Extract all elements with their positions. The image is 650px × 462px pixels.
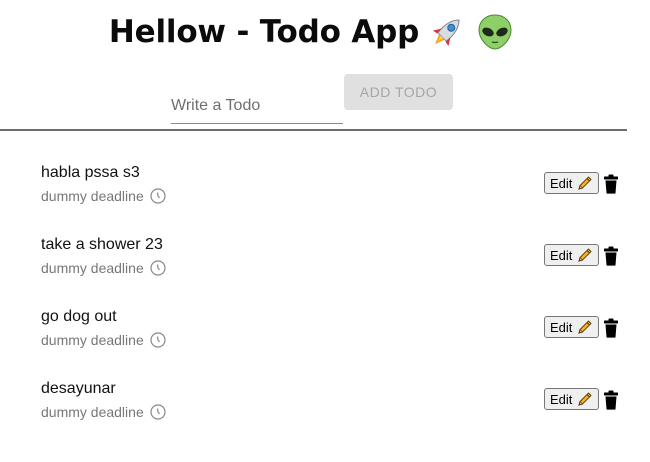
page-title: Hellow - Todo App [108,14,420,50]
header: Hellow - Todo App [0,12,624,52]
todo-text: take a shower 23 [41,236,163,253]
todo-deadline: dummy deadline [41,404,166,420]
todo-app: Hellow - Todo App Write a Todo ADD TODO … [0,0,650,462]
trash-icon[interactable] [603,174,619,194]
todo-deadline: dummy deadline [41,260,166,276]
list-item: desayunar dummy deadline Edit [0,366,650,438]
todo-input[interactable] [171,91,343,124]
todo-form: ADD TODO [171,74,453,124]
todo-text: go dog out [41,308,117,325]
pencil-icon [576,319,593,336]
edit-button[interactable]: Edit [544,244,599,266]
deadline-label: dummy deadline [41,188,144,204]
alien-icon [475,12,515,52]
clock-icon [150,260,166,276]
add-todo-button[interactable]: ADD TODO [344,74,453,110]
trash-icon[interactable] [603,318,619,338]
edit-button[interactable]: Edit [544,316,599,338]
deadline-label: dummy deadline [41,260,144,276]
deadline-label: dummy deadline [41,332,144,348]
edit-label: Edit [550,175,573,191]
todo-text: habla pssa s3 [41,164,140,181]
rocket-icon [427,12,467,52]
list-item: take a shower 23 dummy deadline Edit [0,222,650,294]
pencil-icon [576,247,593,264]
divider [0,129,627,131]
todo-deadline: dummy deadline [41,332,166,348]
clock-icon [150,188,166,204]
todo-deadline: dummy deadline [41,188,166,204]
deadline-label: dummy deadline [41,404,144,420]
clock-icon [150,332,166,348]
todo-text: desayunar [41,380,116,397]
trash-icon[interactable] [603,246,619,266]
edit-label: Edit [550,247,573,263]
pencil-icon [576,391,593,408]
list-item: go dog out dummy deadline Edit [0,294,650,366]
edit-button[interactable]: Edit [544,172,599,194]
edit-label: Edit [550,319,573,335]
edit-label: Edit [550,391,573,407]
pencil-icon [576,175,593,192]
todo-list: habla pssa s3 dummy deadline Edit take a… [0,150,650,438]
trash-icon[interactable] [603,390,619,410]
list-item: habla pssa s3 dummy deadline Edit [0,150,650,222]
edit-button[interactable]: Edit [544,388,599,410]
clock-icon [150,404,166,420]
